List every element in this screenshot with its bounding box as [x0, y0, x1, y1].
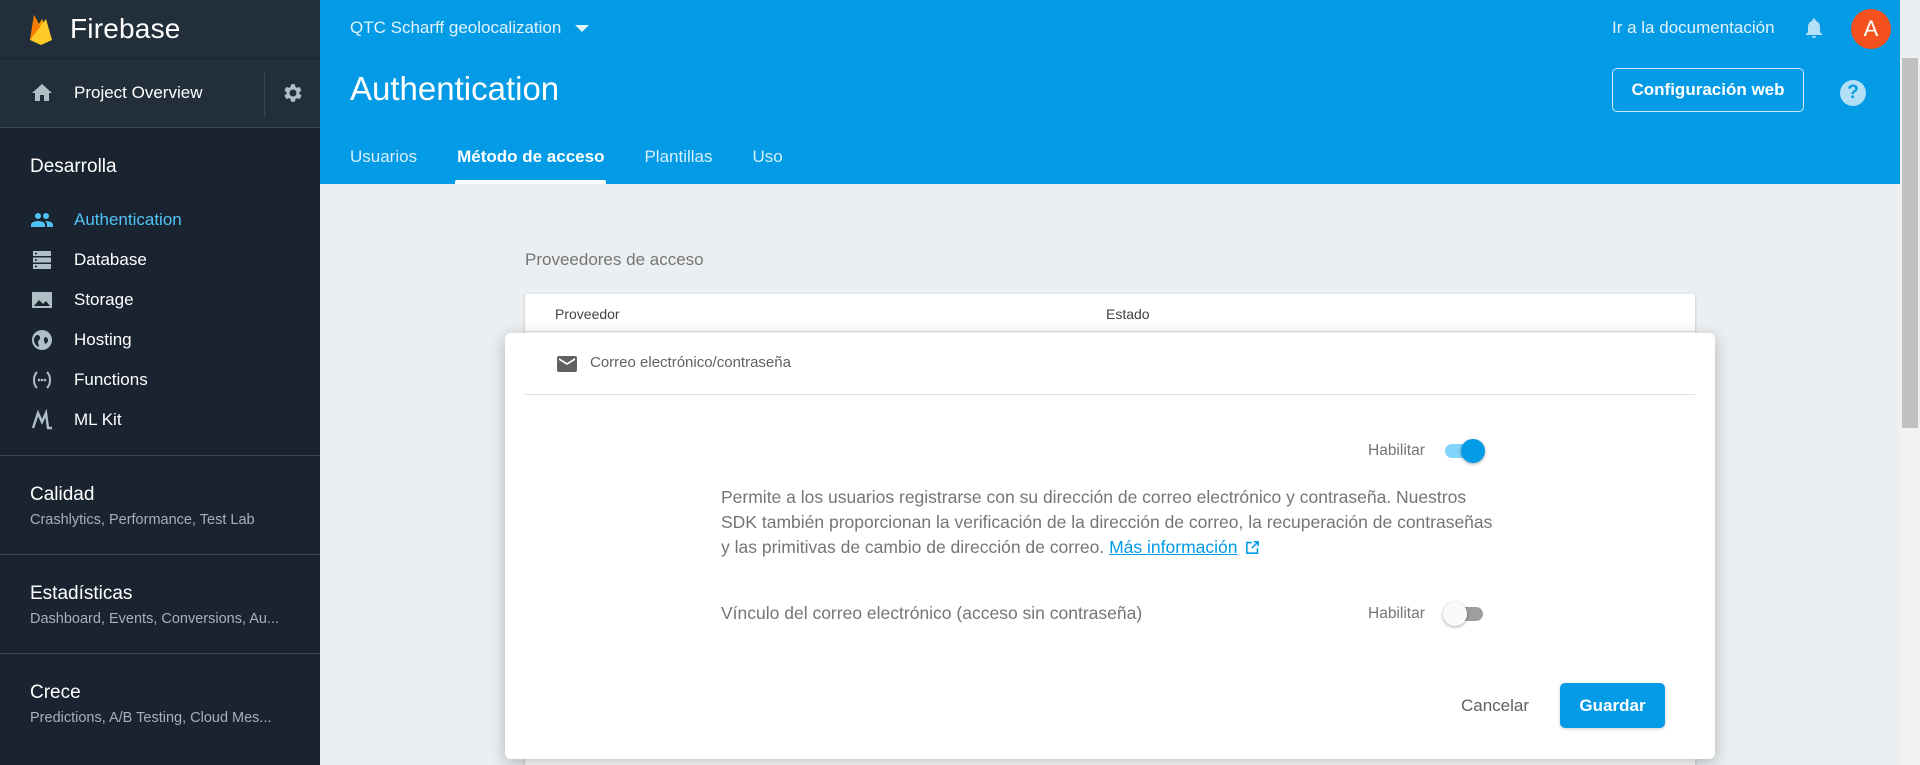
cancel-button[interactable]: Cancelar: [1445, 684, 1545, 728]
sidebar-item-label: Hosting: [74, 330, 132, 349]
tab-bar: Usuarios Método de acceso Plantillas Uso: [350, 137, 823, 184]
divider: [264, 71, 265, 117]
globe-icon: [30, 328, 54, 352]
enable-toggle[interactable]: [1443, 437, 1485, 465]
table-header: Proveedor Estado: [525, 294, 1695, 332]
header: QTC Scharff geolocalization Ir a la docu…: [320, 0, 1900, 184]
provider-header: Correo electrónico/contraseña: [525, 333, 1695, 395]
email-link-toggle[interactable]: [1442, 600, 1485, 628]
functions-icon: [30, 368, 54, 392]
docs-link[interactable]: Ir a la documentación: [1612, 18, 1775, 38]
email-link-enable-row: Habilitar: [1368, 600, 1485, 628]
tab-sign-in-method[interactable]: Método de acceso: [455, 137, 607, 184]
firebase-logo-icon: [30, 15, 52, 45]
sidebar-item-label: ML Kit: [74, 410, 122, 429]
group-title: Estadísticas: [30, 583, 133, 604]
group-title: Calidad: [30, 484, 95, 505]
provider-description: Permite a los usuarios registrarse con s…: [721, 485, 1501, 560]
enable-label: Habilitar: [1368, 442, 1425, 459]
group-subtitle: Crashlytics, Performance, Test Lab: [30, 512, 255, 528]
project-overview-label: Project Overview: [74, 83, 203, 102]
sidebar-item-storage[interactable]: Storage: [0, 280, 320, 320]
brand-name: Firebase: [70, 13, 181, 44]
sidebar-item-label: Database: [74, 250, 147, 269]
database-icon: [30, 248, 54, 272]
sidebar-item-functions[interactable]: Functions: [0, 360, 320, 400]
home-icon: [32, 84, 52, 101]
save-button[interactable]: Guardar: [1560, 683, 1665, 728]
toggle-knob: [1442, 602, 1467, 626]
section-title-develop: Desarrolla: [30, 156, 117, 177]
sidebar-item-label: Functions: [74, 370, 148, 389]
column-provider: Proveedor: [555, 306, 620, 322]
avatar[interactable]: A: [1851, 9, 1891, 49]
email-link-label: Vínculo del correo electrónico (acceso s…: [721, 603, 1143, 623]
sidebar-group-quality[interactable]: Calidad Crashlytics, Performance, Test L…: [0, 455, 320, 554]
enable-row: Habilitar: [1368, 437, 1485, 465]
sidebar-item-label: Storage: [74, 290, 134, 309]
group-title: Crece: [30, 682, 81, 703]
more-info-link[interactable]: Más información: [1109, 537, 1237, 557]
tab-users[interactable]: Usuarios: [350, 137, 417, 184]
provider-edit-panel: Correo electrónico/contraseña Habilitar …: [505, 333, 1715, 759]
provider-title: Correo electrónico/contraseña: [590, 354, 791, 371]
toggle-knob: [1460, 439, 1485, 463]
providers-label: Proveedores de acceso: [525, 250, 704, 269]
scrollbar-thumb[interactable]: [1902, 58, 1918, 428]
group-subtitle: Dashboard, Events, Conversions, Au...: [30, 611, 280, 627]
mail-icon: [557, 356, 577, 372]
sidebar-item-hosting[interactable]: Hosting: [0, 320, 320, 360]
enable-label: Habilitar: [1368, 605, 1425, 622]
sidebar-item-ml-kit[interactable]: ML Kit: [0, 400, 320, 440]
sidebar-item-database[interactable]: Database: [0, 240, 320, 280]
bell-icon[interactable]: [1802, 16, 1826, 40]
project-name: QTC Scharff geolocalization: [350, 18, 562, 37]
project-selector[interactable]: QTC Scharff geolocalization: [350, 18, 590, 38]
scrollbar[interactable]: [1900, 58, 1920, 765]
help-icon[interactable]: ?: [1840, 80, 1866, 106]
web-config-button[interactable]: Configuración web: [1612, 68, 1804, 112]
caret-down-icon: [575, 24, 590, 32]
column-status: Estado: [1106, 306, 1150, 322]
people-icon: [30, 208, 54, 232]
image-icon: [30, 288, 54, 312]
tab-templates[interactable]: Plantillas: [644, 137, 712, 184]
sidebar-item-label: Authentication: [74, 210, 182, 229]
sidebar: Firebase Project Overview Desarrolla Aut…: [0, 0, 320, 765]
description-text: Permite a los usuarios registrarse con s…: [721, 487, 1493, 557]
sidebar-item-authentication[interactable]: Authentication: [0, 200, 320, 240]
ml-kit-icon: [30, 408, 54, 432]
page-title: Authentication: [350, 70, 560, 107]
sidebar-group-grow[interactable]: Crece Predictions, A/B Testing, Cloud Me…: [0, 653, 320, 752]
tab-usage[interactable]: Uso: [753, 137, 783, 184]
sidebar-group-analytics[interactable]: Estadísticas Dashboard, Events, Conversi…: [0, 554, 320, 653]
firebase-brand[interactable]: Firebase: [0, 0, 320, 58]
project-overview[interactable]: Project Overview: [0, 58, 320, 128]
group-subtitle: Predictions, A/B Testing, Cloud Mes...: [30, 710, 272, 726]
gear-icon[interactable]: [281, 81, 305, 105]
open-in-new-icon[interactable]: [1244, 539, 1261, 556]
